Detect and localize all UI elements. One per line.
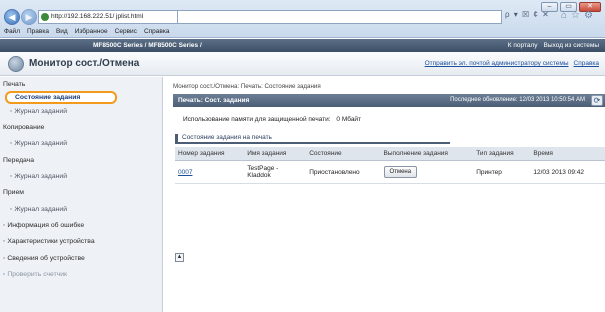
job-time-cell: 12/03 2013 09:42: [530, 160, 605, 184]
col-job-type: Тип задания: [473, 147, 531, 161]
secure-print-memory: Использование памяти для защищенной печа…: [183, 116, 361, 123]
portal-link[interactable]: К порталу: [508, 42, 538, 49]
sidebar-heading-copy: Копирование: [3, 124, 45, 131]
col-job-name: Имя задания: [244, 147, 307, 161]
sidebar-item-send-job-log[interactable]: Журнал заданий: [10, 173, 67, 180]
col-job-action: Выполнение задания: [380, 147, 474, 161]
job-table: Номер задания Имя задания Состояние Выпо…: [175, 147, 605, 184]
header-links: К порталу Выход из системы: [508, 42, 599, 49]
logout-link[interactable]: Выход из системы: [544, 42, 599, 49]
breadcrumb: Монитор сост./Отмена: Печать: Состояние …: [173, 83, 321, 90]
sidebar-item-error-info[interactable]: Информация об ошибке: [3, 222, 84, 229]
sidebar-item-label: Состояние задания: [15, 94, 81, 101]
sidebar-item-check-counter[interactable]: Проверить счетчик: [3, 271, 67, 278]
device-model: MF8500C Series / MF8500C Series /: [93, 42, 202, 49]
menu-favorites[interactable]: Избранное: [75, 28, 108, 35]
email-admin-link[interactable]: Отправить эл. почтой администратору сист…: [425, 60, 569, 67]
table-row: 0007 TestPage - Kladdok Приостановлено О…: [175, 160, 605, 184]
menu-file[interactable]: Файл: [4, 28, 20, 35]
col-time: Время: [530, 147, 605, 161]
page-title: Монитор сост./Отмена: [29, 58, 140, 69]
title-links: Отправить эл. почтой администратору сист…: [425, 60, 599, 67]
job-name-cell: TestPage - Kladdok: [244, 160, 307, 184]
print-job-status-heading: Состояние задания на печать: [175, 134, 450, 144]
site-icon: [41, 13, 49, 21]
address-tools[interactable]: ρ ▾ ☒ ¢ ✕: [505, 10, 550, 19]
menu-help[interactable]: Справка: [144, 28, 170, 35]
sidebar-item-print-job-log[interactable]: Журнал заданий: [10, 108, 67, 115]
main-content: Монитор сост./Отмена: Печать: Состояние …: [165, 77, 605, 312]
title-row: Монитор сост./Отмена Отправить эл. почто…: [0, 52, 605, 76]
menu-bar: Файл Правка Вид Избранное Сервис Справка: [4, 28, 169, 35]
address-bar-fill[interactable]: [178, 10, 502, 24]
table-header-row: Номер задания Имя задания Состояние Выпо…: [175, 147, 605, 161]
status-monitor-icon: [8, 56, 24, 72]
help-link[interactable]: Справка: [574, 60, 600, 67]
sidebar-item-receive-job-log[interactable]: Журнал заданий: [10, 206, 67, 213]
home-star-gear-icons[interactable]: ⌂☆⚙: [561, 10, 597, 21]
sidebar-item-device-specs[interactable]: Характеристики устройства: [3, 238, 94, 245]
memory-value: 0 Мбайт: [336, 116, 362, 123]
col-state: Состояние: [306, 147, 381, 161]
job-type-cell: Принтер: [473, 160, 531, 184]
sidebar-heading-receive: Прием: [3, 189, 24, 196]
scroll-to-top-icon[interactable]: ▲: [175, 253, 184, 262]
job-number-link[interactable]: 0007: [178, 169, 192, 176]
memory-label: Использование памяти для защищенной печа…: [183, 116, 331, 123]
menu-edit[interactable]: Правка: [27, 28, 49, 35]
sidebar-heading-send: Передача: [3, 157, 34, 164]
sidebar-item-device-info[interactable]: Сведения об устройстве: [3, 255, 85, 262]
job-number-cell: 0007: [175, 160, 245, 184]
section-bar-title: Печать: Сост. задания: [178, 97, 250, 104]
job-action-cell: Отмена: [380, 160, 474, 184]
refresh-icon[interactable]: ⟳: [591, 95, 603, 106]
sidebar-item-job-status[interactable]: Состояние задания: [5, 91, 117, 104]
forward-arrow-icon[interactable]: ▶: [21, 9, 37, 25]
cancel-button[interactable]: Отмена: [383, 166, 418, 178]
address-text: http://192.168.222.51/ jplist.html: [51, 13, 144, 20]
section-bar: Печать: Сост. задания Последнее обновлен…: [173, 94, 605, 107]
device-header: MF8500C Series / MF8500C Series / К порт…: [0, 39, 605, 52]
menu-view[interactable]: Вид: [56, 28, 68, 35]
address-bar[interactable]: http://192.168.222.51/ jplist.html: [38, 10, 178, 24]
back-arrow-icon[interactable]: ◀: [4, 9, 20, 25]
sidebar-heading-print: Печать: [3, 81, 26, 88]
sidebar-item-copy-job-log[interactable]: Журнал заданий: [10, 140, 67, 147]
job-state-cell: Приостановлено: [306, 160, 381, 184]
col-job-number: Номер задания: [175, 147, 245, 161]
sidebar: Печать Состояние задания Журнал заданий …: [0, 77, 163, 312]
browser-chrome: – ▭ ✕ ◀ ▶ http://192.168.222.51/ jplist.…: [0, 0, 605, 38]
last-updated: Последнее обновление: 12/03 2013 10:50:5…: [450, 97, 585, 103]
menu-tools[interactable]: Сервис: [115, 28, 137, 35]
